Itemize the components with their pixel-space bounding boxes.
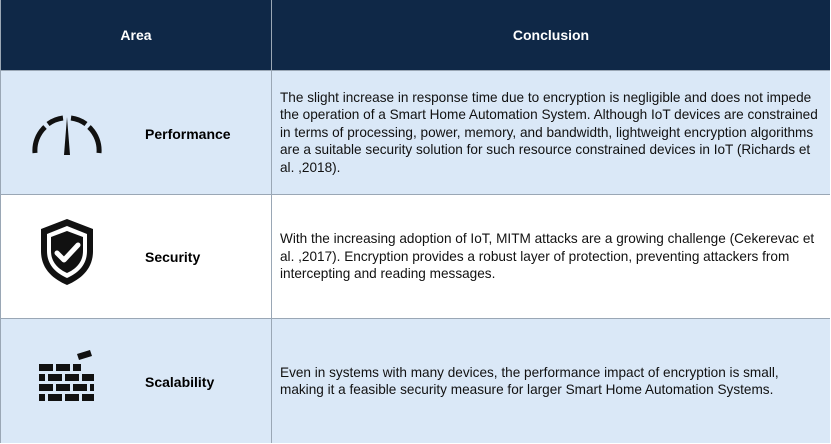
area-label: Performance (145, 126, 231, 142)
header-area: Area (1, 0, 272, 70)
area-cell: Performance (1, 71, 272, 194)
table-row: Scalability Even in systems with many de… (1, 318, 830, 443)
area-label: Scalability (145, 374, 215, 390)
shield-check-icon (27, 217, 107, 287)
area-cell: Scalability (1, 319, 272, 443)
conclusion-text: Even in systems with many devices, the p… (280, 364, 779, 398)
header-conclusion: Conclusion (512, 27, 590, 43)
gauge-icon (27, 99, 107, 169)
conclusion-text: With the increasing adoption of IoT, MIT… (280, 231, 815, 282)
brick-wall-icon (27, 345, 107, 415)
table-row: Performance The slight increase in respo… (1, 70, 830, 194)
area-label: Security (145, 249, 201, 265)
table-header: Area Conclusion (1, 0, 830, 70)
table-row: Security With the increasing adoption of… (1, 194, 830, 318)
area-cell: Security (1, 195, 272, 318)
conclusions-table: Area Conclusion Performance The slight i… (0, 0, 830, 443)
conclusion-text: The slight increase in response time due… (280, 89, 818, 175)
